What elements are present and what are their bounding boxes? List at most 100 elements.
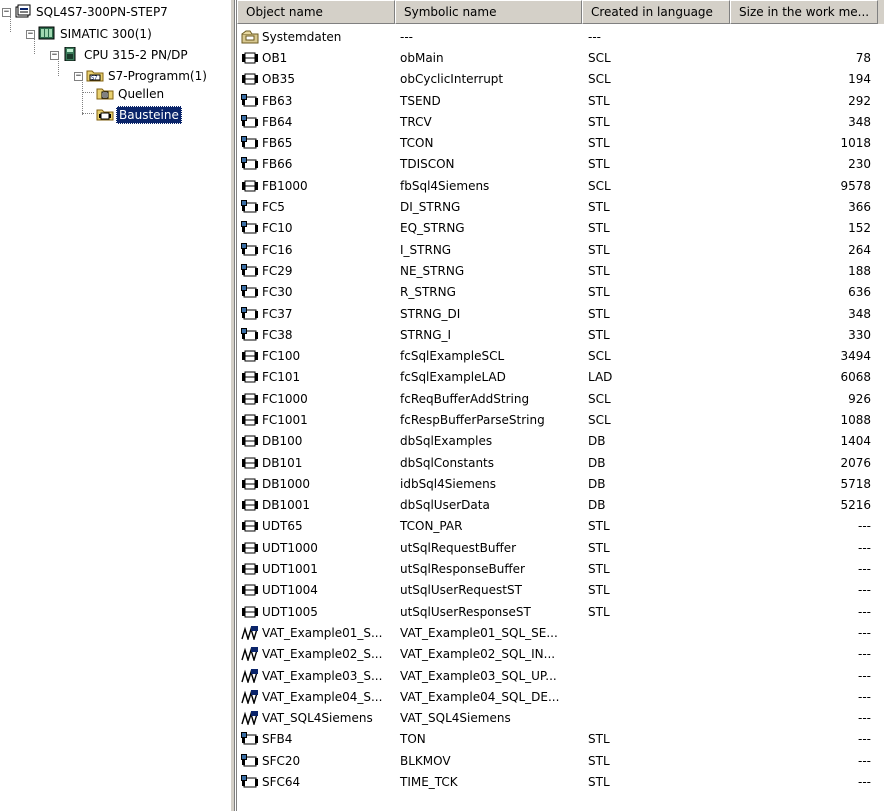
object-name: FB1000 (262, 178, 308, 193)
list-item[interactable]: VAT_SQL4Siemens VAT_SQL4Siemens --- (237, 708, 884, 729)
tree-node[interactable]: − S7 S7-Programm(1) (74, 67, 209, 85)
vat-icon (241, 711, 259, 726)
list-item[interactable]: VAT_Example04_S... VAT_Example04_SQL_DE..… (237, 686, 884, 707)
list-item[interactable]: VAT_Example01_S... VAT_Example01_SQL_SE..… (237, 622, 884, 643)
symbolic-name: utSqlResponseBuffer (400, 562, 525, 577)
size-value: --- (858, 689, 871, 704)
list-item[interactable]: DB1000 idbSql4Siemens DB 5718 (237, 473, 884, 494)
list-item[interactable]: UDT65 TCON_PAR STL --- (237, 516, 884, 537)
object-name: SFC20 (262, 753, 301, 768)
collapse-toggle[interactable]: − (2, 7, 11, 17)
language: STL (588, 775, 610, 790)
protected-block-icon (241, 327, 259, 342)
block-icon (241, 498, 259, 512)
language: SCL (588, 72, 611, 87)
pane-splitter[interactable] (230, 0, 235, 811)
column-header[interactable]: Object name (237, 0, 395, 24)
tree-node[interactable]: Bausteine (96, 106, 182, 124)
language: SCL (588, 412, 611, 427)
list-item[interactable]: FC37 STRNG_DI STL 348 (237, 303, 884, 324)
column-header[interactable]: Size in the work me... (730, 0, 878, 24)
list-item[interactable]: VAT_Example02_S... VAT_Example02_SQL_IN..… (237, 644, 884, 665)
tree-node[interactable]: Quellen (96, 85, 166, 103)
list-item[interactable]: OB1 obMain SCL 78 (237, 47, 884, 68)
symbolic-name: fbSql4Siemens (400, 178, 490, 193)
list-item[interactable]: UDT1000 utSqlRequestBuffer STL --- (237, 537, 884, 558)
object-name: FB65 (262, 136, 293, 151)
list-item[interactable]: SFC20 BLKMOV STL --- (237, 750, 884, 771)
object-name: FC101 (262, 370, 301, 385)
column-header[interactable]: Symbolic name (395, 0, 582, 24)
list-item[interactable]: UDT1005 utSqlUserResponseST STL --- (237, 601, 884, 622)
list-item[interactable]: SFB4 TON STL --- (237, 729, 884, 750)
symbolic-name: TCON_PAR (400, 519, 463, 534)
list-item[interactable]: FC29 NE_STRNG STL 188 (237, 260, 884, 281)
language: DB (588, 455, 606, 470)
symbolic-name: VAT_Example02_SQL_IN... (400, 647, 556, 662)
list-item[interactable]: FC38 STRNG_I STL 330 (237, 324, 884, 345)
list-item[interactable]: VAT_Example03_S... VAT_Example03_SQL_UP..… (237, 665, 884, 686)
list-item[interactable]: UDT1004 utSqlUserRequestST STL --- (237, 580, 884, 601)
list-item[interactable]: UDT1001 utSqlResponseBuffer STL --- (237, 558, 884, 579)
block-icon (241, 51, 259, 65)
tree-node[interactable]: − CPU 315-2 PN/DP (50, 46, 190, 64)
list-item[interactable]: FC100 fcSqlExampleSCL SCL 3494 (237, 345, 884, 366)
language: STL (588, 732, 610, 747)
size-value: 636 (848, 285, 871, 300)
size-value: 330 (848, 327, 871, 342)
list-item[interactable]: FC1000 fcReqBufferAddString SCL 926 (237, 388, 884, 409)
protected-block-icon (241, 136, 259, 150)
size-value: --- (858, 775, 871, 790)
list-item[interactable]: Systemdaten --- --- (237, 26, 884, 47)
symbolic-name: TSEND (400, 93, 441, 108)
object-name: VAT_SQL4Siemens (262, 711, 373, 726)
protected-block-icon (241, 93, 259, 108)
list-item[interactable]: FB66 TDISCON STL 230 (237, 154, 884, 175)
list-item[interactable]: FB64 TRCV STL 348 (237, 111, 884, 132)
tree-node[interactable]: − SIMATIC 300(1) (26, 25, 154, 43)
language: DB (588, 476, 606, 491)
list-item[interactable]: FB65 TCON STL 1018 (237, 132, 884, 153)
list-item[interactable]: FC10 EQ_STRNG STL 152 (237, 218, 884, 239)
object-name: UDT1001 (262, 562, 318, 577)
symbolic-name: BLKMOV (400, 753, 451, 768)
symbolic-name: DI_STRNG (400, 200, 461, 215)
column-header[interactable]: Created in language (582, 0, 730, 24)
project-tree[interactable]: − SQL4S7-300PN-STEP7 − SIMATIC 300(1) − CPU 3… (0, 0, 230, 811)
list-item[interactable]: FC1001 fcRespBufferParseString SCL 1088 (237, 409, 884, 430)
list-item[interactable]: FC16 I_STRNG STL 264 (237, 239, 884, 260)
list-item[interactable]: FB1000 fbSql4Siemens SCL 9578 (237, 175, 884, 196)
list-item[interactable]: DB1001 dbSqlUserData DB 5216 (237, 495, 884, 516)
block-icon (241, 477, 259, 491)
list-item[interactable]: DB100 dbSqlExamples DB 1404 (237, 431, 884, 452)
list-item[interactable]: FC30 R_STRNG STL 636 (237, 282, 884, 303)
protected-block-icon (241, 285, 259, 299)
language: STL (588, 157, 610, 172)
collapse-toggle[interactable]: − (26, 29, 35, 39)
list-item[interactable]: FB63 TSEND STL 292 (237, 90, 884, 111)
size-value: 152 (848, 221, 871, 236)
collapse-toggle[interactable]: − (74, 71, 83, 81)
block-icon (241, 370, 259, 384)
size-value: 6068 (840, 370, 871, 385)
list-item[interactable]: FC101 fcSqlExampleLAD LAD 6068 (237, 367, 884, 388)
project-icon (14, 4, 31, 20)
language: SCL (588, 349, 611, 364)
symbolic-name: utSqlUserResponseST (400, 604, 531, 619)
list-item[interactable]: FC5 DI_STRNG STL 366 (237, 196, 884, 217)
symbolic-name: fcSqlExampleSCL (400, 349, 505, 364)
collapse-toggle[interactable]: − (50, 50, 59, 60)
symbolic-name: VAT_Example04_SQL_DE... (400, 689, 560, 704)
block-icon (241, 519, 259, 533)
list-item[interactable]: OB35 obCyclicInterrupt SCL 194 (237, 69, 884, 90)
list-item[interactable]: DB101 dbSqlConstants DB 2076 (237, 452, 884, 473)
object-name: FC16 (262, 242, 293, 257)
protected-block-icon (241, 221, 259, 235)
object-name: OB1 (262, 50, 288, 65)
list-item[interactable]: SFC64 TIME_TCK STL --- (237, 771, 884, 792)
language: STL (588, 242, 610, 257)
object-name: FC100 (262, 349, 301, 364)
size-value: 188 (848, 263, 871, 278)
object-name: FC10 (262, 221, 293, 236)
tree-node[interactable]: − SQL4S7-300PN-STEP7 (2, 3, 170, 21)
